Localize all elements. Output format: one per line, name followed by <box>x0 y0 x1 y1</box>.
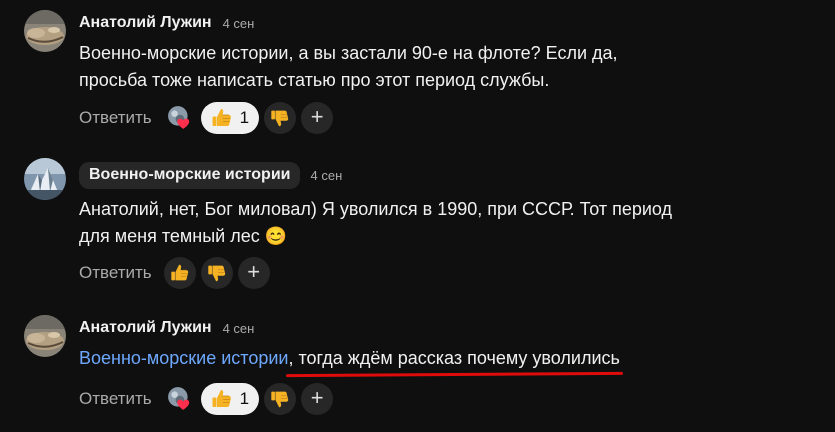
plus-icon: + <box>310 385 324 410</box>
reply-button[interactable]: Ответить <box>79 108 152 128</box>
comment-text: Военно-морские истории, тогда ждём расск… <box>79 345 679 378</box>
like-count: 1 <box>239 108 250 127</box>
channel-avatar-icon[interactable] <box>24 158 66 200</box>
like-button[interactable]: 1 <box>200 102 260 134</box>
dislike-button[interactable] <box>264 102 297 134</box>
comment-text: Анатолий, нет, Бог миловал) Я уволился в… <box>79 199 678 246</box>
plus-icon: + <box>247 259 261 284</box>
author-heart-icon <box>164 102 196 134</box>
user-avatar-icon[interactable] <box>24 10 66 52</box>
author-name[interactable]: Анатолий Лужин <box>79 319 212 337</box>
plus-icon: + <box>310 104 324 129</box>
like-button[interactable] <box>163 257 196 289</box>
comment-actions: Ответить 1 + <box>79 101 338 135</box>
thumb-down-icon <box>269 388 291 410</box>
thumb-up-icon <box>210 387 234 411</box>
comment-header: Военно-морские истории 4 сен <box>79 161 343 189</box>
reply-button[interactable]: Ответить <box>79 389 152 409</box>
dislike-button[interactable] <box>264 383 297 415</box>
dislike-button[interactable] <box>200 257 233 289</box>
thumb-up-icon <box>210 106 234 130</box>
comment-actions: Ответить + <box>79 256 275 290</box>
reply-button[interactable]: Ответить <box>79 263 152 283</box>
thumb-down-icon <box>269 107 291 129</box>
mention-link[interactable]: Военно-морские истории <box>79 348 288 368</box>
comment-time[interactable]: 4 сен <box>311 168 343 183</box>
comment-text: Военно-морские истории, а вы застали 90-… <box>79 43 623 90</box>
user-avatar-icon[interactable] <box>24 315 66 357</box>
author-name[interactable]: Анатолий Лужин <box>79 14 212 32</box>
add-reaction-button[interactable]: + <box>237 257 270 289</box>
thumb-down-icon <box>206 262 228 284</box>
comment-text-rest: , тогда ждём рассказ почему уволились <box>288 348 620 368</box>
comment-header: Анатолий Лужин 4 сен <box>79 316 254 340</box>
comment-header: Анатолий Лужин 4 сен <box>79 11 254 35</box>
red-underline <box>286 371 624 378</box>
add-reaction-button[interactable]: + <box>301 383 334 415</box>
add-reaction-button[interactable]: + <box>301 102 334 134</box>
comment-time[interactable]: 4 сен <box>223 16 255 31</box>
comment-actions: Ответить 1 + <box>79 382 338 416</box>
like-button[interactable]: 1 <box>200 383 260 415</box>
highlighted-text: , тогда ждём рассказ почему уволились <box>286 345 624 378</box>
author-name[interactable]: Военно-морские истории <box>79 161 300 189</box>
comment-time[interactable]: 4 сен <box>223 321 255 336</box>
like-count: 1 <box>239 389 250 408</box>
thumb-up-icon <box>169 262 191 284</box>
author-heart-icon <box>164 383 196 415</box>
